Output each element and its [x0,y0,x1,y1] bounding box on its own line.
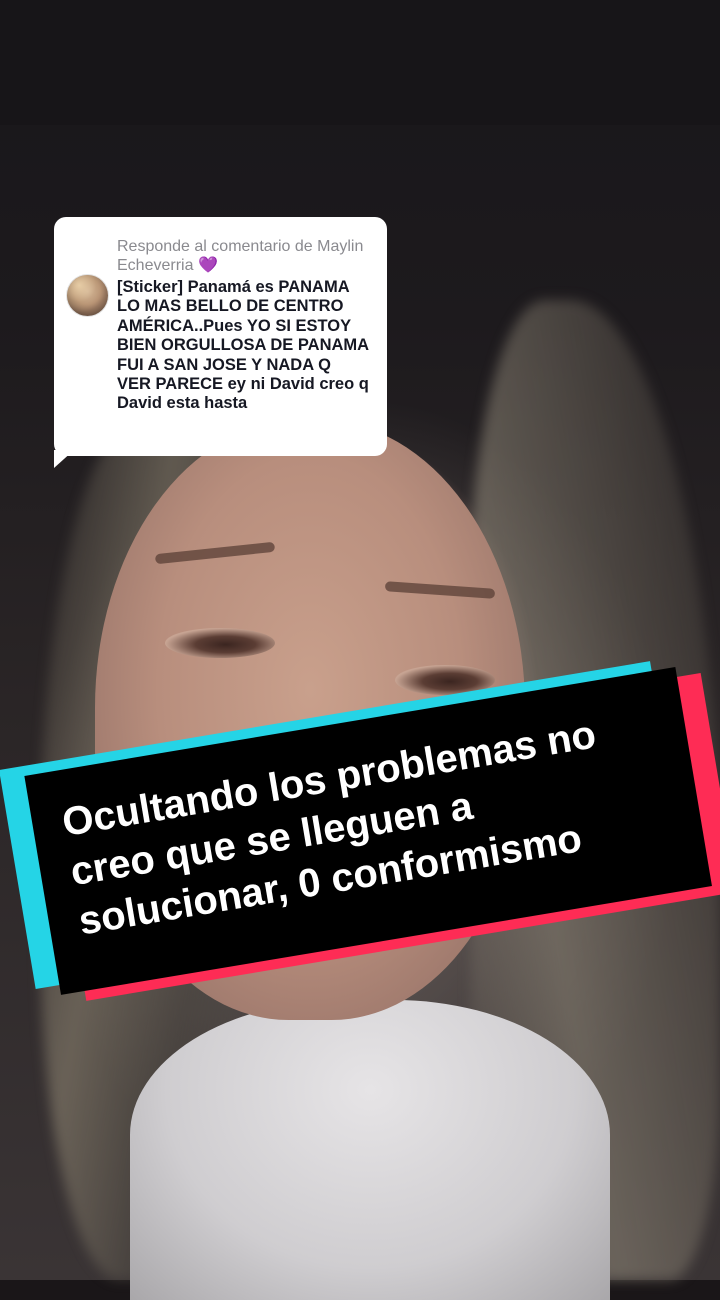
video-top-band [0,0,720,125]
comment-text: [Sticker] Panamá es PANAMA LO MAS BELLO … [117,278,369,413]
right-eyebrow [384,581,496,599]
purple-heart-icon: 💜 [197,257,218,274]
avatar-image [67,275,108,316]
left-eye [165,628,275,658]
shirt [130,1000,610,1300]
reply-label: Responde al comentario de [117,238,313,255]
bubble-tail [54,450,74,468]
commenter-avatar[interactable] [67,275,108,316]
reply-comment-bubble[interactable]: Responde al comentario de Maylin Echever… [54,217,387,456]
comment-reply-header: Responde al comentario de Maylin Echever… [117,237,369,275]
left-eyebrow [154,541,276,565]
